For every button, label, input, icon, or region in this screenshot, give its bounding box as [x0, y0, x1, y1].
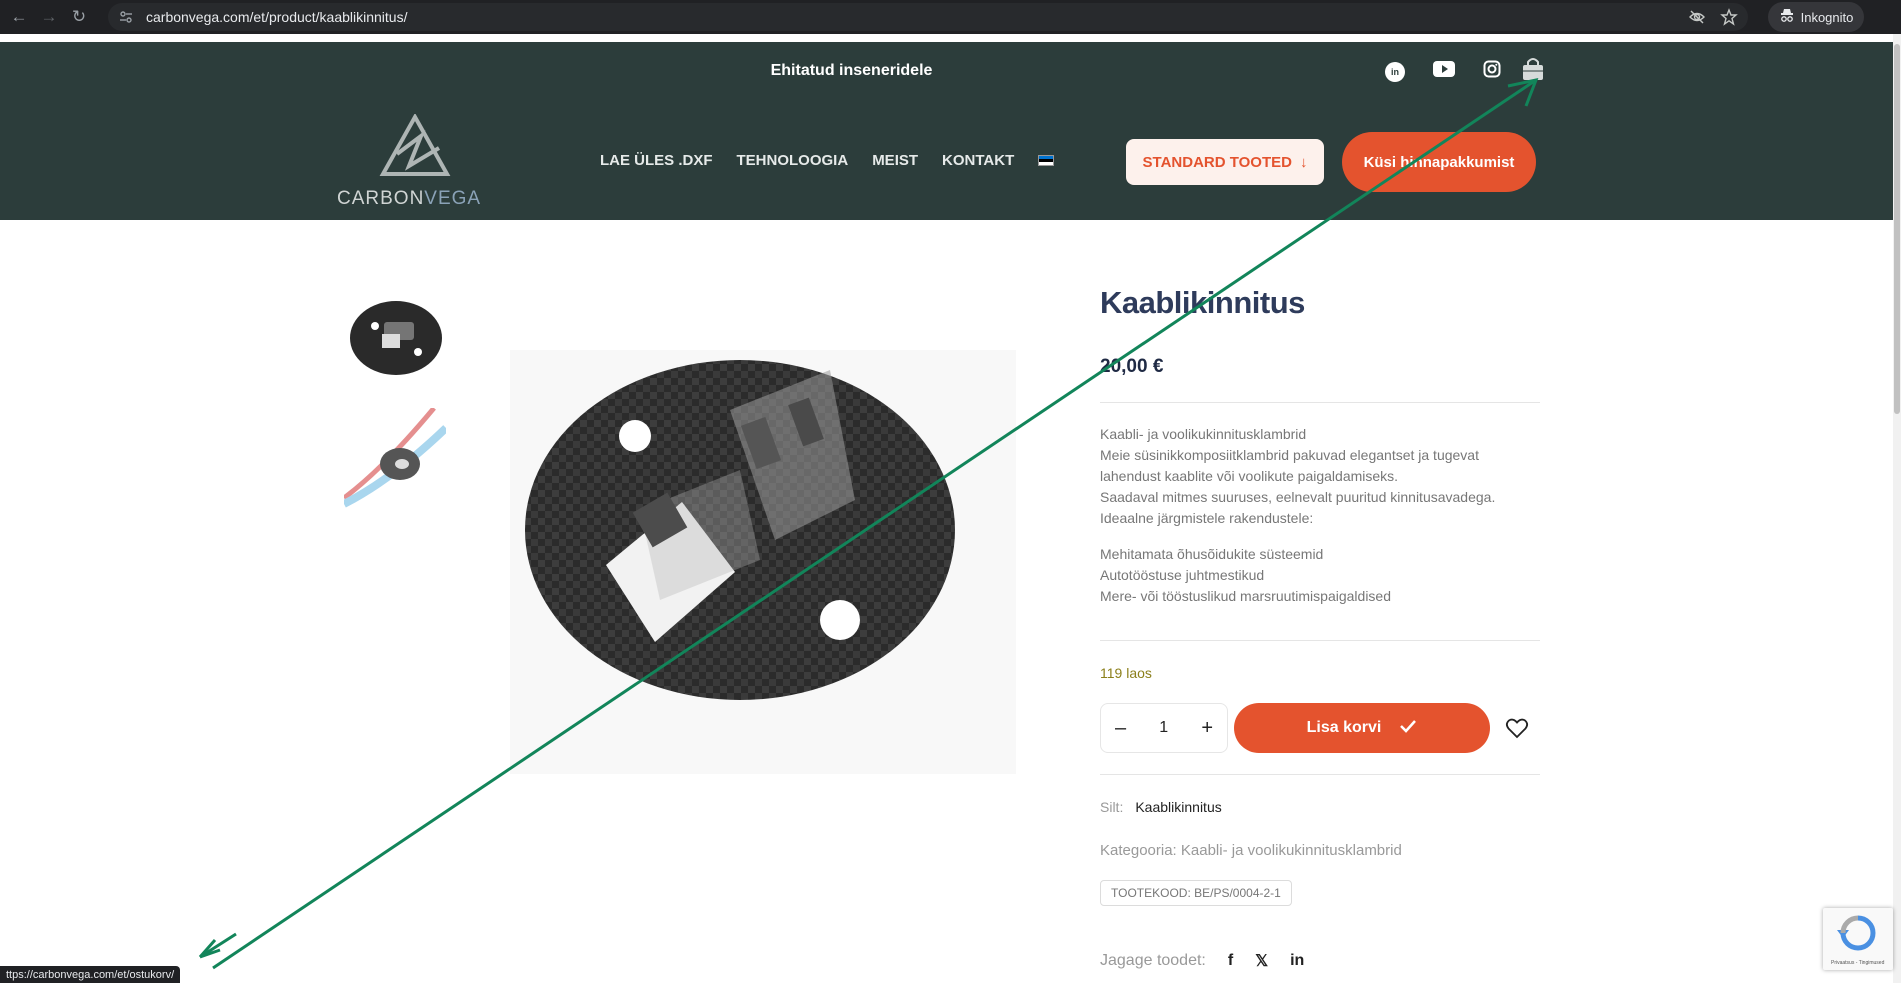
share-label: Jagage toodet:	[1100, 952, 1206, 969]
standard-products-label: STANDARD TOOTED	[1142, 153, 1292, 171]
tag-label: Silt:	[1100, 799, 1124, 815]
facebook-icon[interactable]: f	[1228, 952, 1233, 970]
description-line: Ideaalne järgmistele rakendustele:	[1100, 510, 1314, 526]
back-button[interactable]: ←	[8, 6, 30, 28]
product-title: Kaablikinnitus	[1100, 285, 1305, 320]
quantity-stepper[interactable]: – 1 +	[1100, 703, 1228, 753]
scrollbar-thumb[interactable]	[1894, 44, 1900, 414]
forward-button[interactable]: →	[38, 6, 60, 28]
product-description: Kaabli- ja voolikukinnitusklambrid Meie …	[1100, 424, 1540, 607]
stock-status: 119 laos	[1100, 665, 1152, 681]
product-thumbnail-1[interactable]	[348, 300, 444, 376]
incognito-badge[interactable]: Inkognito	[1768, 2, 1864, 32]
page-scrollbar[interactable]	[1893, 34, 1901, 983]
nav-about[interactable]: MEIST	[872, 152, 918, 169]
tag-link[interactable]: Kaablikinnitus	[1135, 799, 1221, 815]
application-item: Mere- või tööstuslikud marsruutimispaiga…	[1100, 588, 1392, 604]
incognito-icon	[1779, 8, 1795, 27]
request-quote-button[interactable]: Küsi hinnapakkumist	[1342, 132, 1536, 192]
wishlist-heart-icon[interactable]	[1505, 716, 1529, 740]
site-info-icon[interactable]	[116, 7, 136, 27]
logo-text: CARBONVEGA	[337, 188, 481, 210]
nav-upload-dxf[interactable]: LAE ÜLES .DXF	[600, 152, 713, 169]
description-line: Kaabli- ja voolikukinnitusklambrid	[1100, 426, 1307, 442]
decrease-quantity-button[interactable]: –	[1115, 717, 1126, 740]
star-icon[interactable]	[1720, 8, 1738, 31]
youtube-icon[interactable]	[1433, 61, 1455, 82]
eye-off-icon[interactable]	[1688, 8, 1706, 31]
standard-products-button[interactable]: STANDARD TOOTED ↓	[1126, 139, 1324, 185]
linkedin-share-icon[interactable]: in	[1290, 952, 1304, 970]
status-bar-url: ttps://carbonvega.com/et/ostukorv/	[0, 966, 181, 983]
quantity-value[interactable]: 1	[1159, 719, 1168, 737]
product-price: 20,00 €	[1100, 356, 1164, 377]
divider	[1100, 774, 1540, 775]
reload-button[interactable]: ↻	[68, 6, 90, 28]
linkedin-icon[interactable]: in	[1385, 61, 1405, 82]
arrow-down-icon: ↓	[1299, 153, 1308, 171]
url-text: carbonvega.com/et/product/kaablikinnitus…	[146, 9, 408, 25]
incognito-label: Inkognito	[1800, 9, 1854, 25]
recaptcha-icon	[1837, 915, 1876, 951]
estonian-flag-icon[interactable]	[1038, 155, 1055, 166]
main-nav: LAE ÜLES .DXF TEHNOLOOGIA MEIST KONTAKT	[600, 152, 1055, 169]
nav-technology[interactable]: TEHNOLOOGIA	[737, 152, 849, 169]
application-item: Autotööstuse juhtmestikud	[1100, 567, 1265, 583]
nav-contact[interactable]: KONTAKT	[942, 152, 1014, 169]
description-line: Meie süsinikkomposiitklambrid pakuvad el…	[1100, 447, 1479, 463]
applications-list: Mehitamata õhusõidukite süsteemid Autotö…	[1100, 544, 1540, 607]
social-links: in	[1385, 60, 1501, 83]
address-bar[interactable]: carbonvega.com/et/product/kaablikinnitus…	[108, 3, 1748, 31]
add-to-cart-button[interactable]: Lisa korvi	[1234, 703, 1490, 753]
product-main-image[interactable]	[510, 350, 1016, 774]
share-row: Jagage toodet: f 𝕏 in	[1100, 951, 1304, 971]
divider	[1100, 402, 1540, 403]
recaptcha-badge[interactable]: Privaatsus - Tingimused	[1823, 908, 1893, 970]
logo-text-accent: VEGA	[424, 188, 482, 209]
increase-quantity-button[interactable]: +	[1201, 717, 1213, 740]
application-item: Mehitamata õhusõidukite süsteemid	[1100, 546, 1324, 562]
logo-text-main: CARBON	[337, 188, 425, 209]
product-tag: Silt: Kaablikinnitus	[1100, 799, 1222, 815]
checkmark-icon	[1399, 719, 1417, 738]
description-line: lahendust kaablite või voolikute paigald…	[1100, 468, 1399, 484]
add-to-cart-label: Lisa korvi	[1306, 719, 1382, 736]
x-icon[interactable]: 𝕏	[1255, 951, 1268, 971]
instagram-icon[interactable]	[1483, 60, 1501, 83]
product-category[interactable]: Kategooria: Kaabli- ja voolikukinnituskl…	[1100, 842, 1402, 859]
description-line: Saadaval mitmes suuruses, eelnevalt puur…	[1100, 489, 1496, 505]
recaptcha-text: Privaatsus - Tingimused	[1831, 960, 1885, 966]
divider	[1100, 640, 1540, 641]
sku-badge: TOOTEKOOD: BE/PS/0004-2-1	[1100, 880, 1292, 906]
cart-bag-icon[interactable]	[1520, 56, 1546, 82]
product-thumbnail-2[interactable]	[342, 406, 449, 508]
site-header: Ehitatud inseneridele in CARBONVEGA LAE …	[0, 42, 1893, 220]
browser-toolbar: ← → ↻ carbonvega.com/et/product/kaabliki…	[0, 0, 1901, 34]
